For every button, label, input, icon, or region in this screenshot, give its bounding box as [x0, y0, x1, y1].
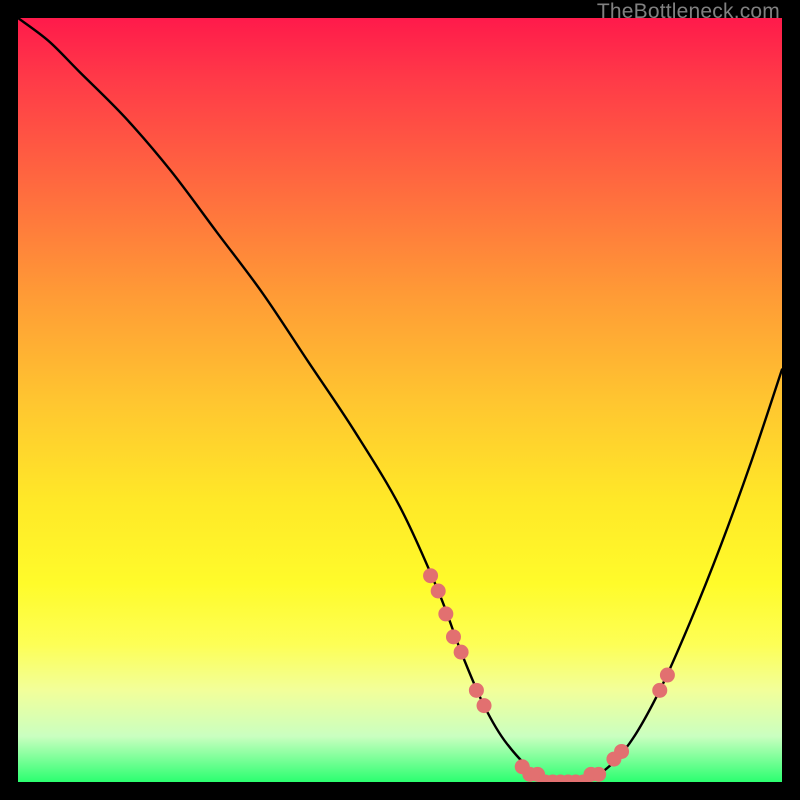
highlight-point [660, 668, 675, 683]
chart-svg [18, 18, 782, 782]
highlight-point [591, 767, 606, 782]
highlight-point [438, 606, 453, 621]
highlight-point [454, 645, 469, 660]
highlight-points [423, 568, 675, 782]
highlight-point [469, 683, 484, 698]
highlight-point [423, 568, 438, 583]
curve-layer [18, 18, 782, 782]
plot-area [18, 18, 782, 782]
highlight-point [431, 584, 446, 599]
highlight-point [614, 744, 629, 759]
chart-frame [18, 18, 782, 782]
highlight-point [652, 683, 667, 698]
highlight-point [477, 698, 492, 713]
watermark-text: TheBottleneck.com [597, 0, 780, 24]
highlight-point [446, 629, 461, 644]
bottleneck-curve [18, 18, 782, 782]
